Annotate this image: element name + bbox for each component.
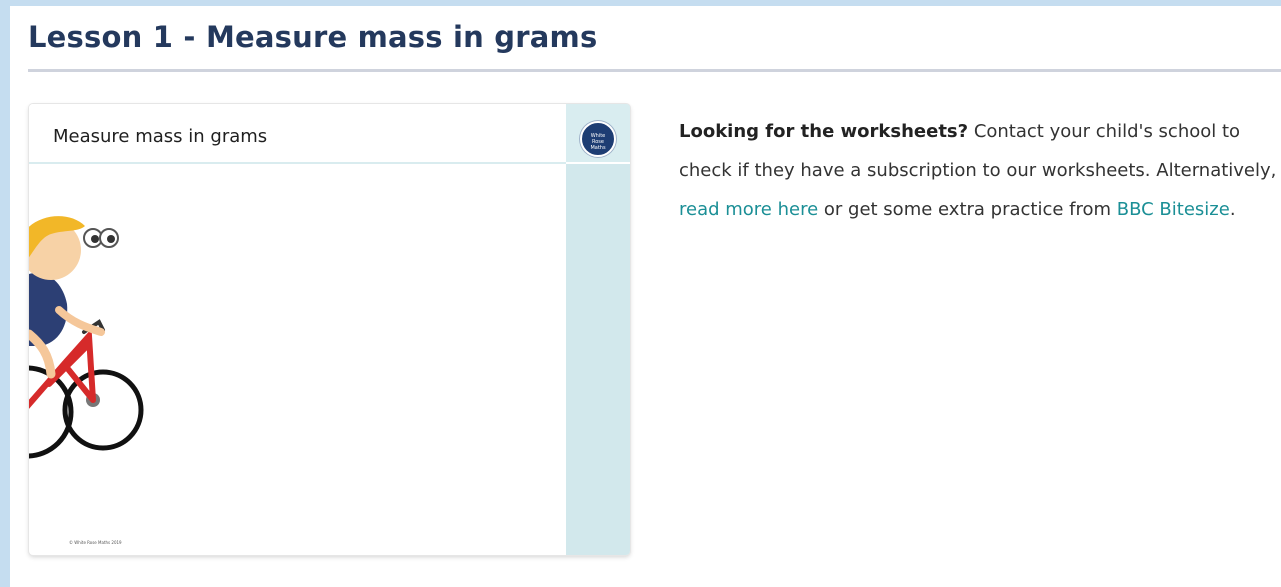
worksheets-info: Looking for the worksheets? Contact your… xyxy=(679,112,1279,229)
logo-line-3: Maths xyxy=(590,145,606,151)
title-divider xyxy=(28,69,1281,72)
worksheets-text-2: or get some extra practice from xyxy=(818,199,1117,220)
girl-on-bicycle-icon xyxy=(29,216,144,459)
lesson-video-card[interactable]: Measure mass in grams White Rose Maths ©… xyxy=(29,104,630,555)
read-more-link[interactable]: read more here xyxy=(679,199,818,220)
card-title: Measure mass in grams xyxy=(53,126,268,147)
card-side-strip xyxy=(566,104,630,555)
white-rose-maths-logo: White Rose Maths xyxy=(580,121,616,157)
copyright-notice: © White Rose Maths 2019 xyxy=(69,540,122,545)
worksheets-text-3: . xyxy=(1229,199,1236,220)
lesson-title: Lesson 1 - Measure mass in grams xyxy=(28,20,598,54)
content-frame: Lesson 1 - Measure mass in grams Measure… xyxy=(10,6,1281,587)
bbc-bitesize-link[interactable]: BBC Bitesize xyxy=(1117,199,1230,220)
worksheets-question: Looking for the worksheets? xyxy=(679,121,969,142)
card-header: Measure mass in grams xyxy=(29,104,566,164)
